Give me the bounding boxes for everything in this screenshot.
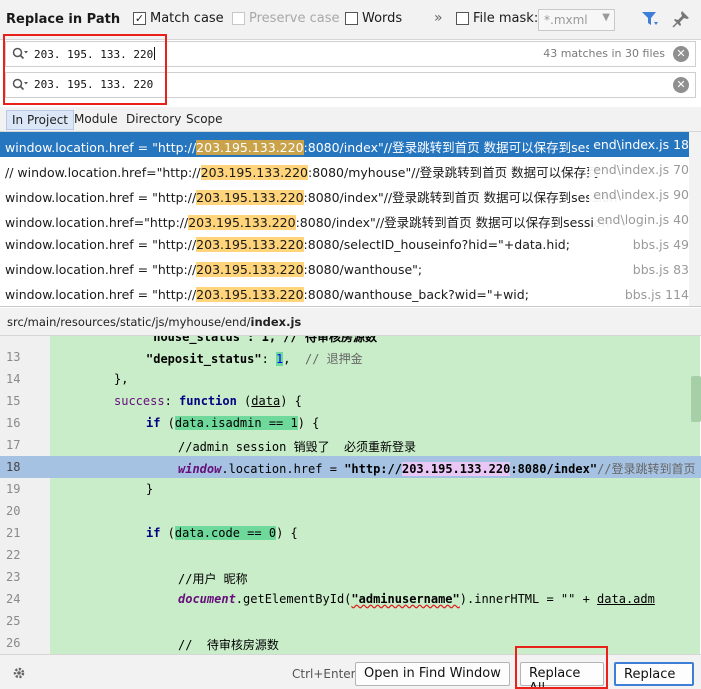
file-mask-checkbox[interactable] [456, 12, 469, 25]
result-row[interactable]: window.location.href = "http://203.195.1… [0, 232, 689, 257]
tab-directory[interactable]: Directory [121, 110, 186, 130]
code-line: 17 //admin session 销毁了 必须重新登录 [6, 438, 417, 454]
code-line: 20 [6, 504, 21, 518]
code-partial: "house_status": 1, // 待审核房源数 [146, 336, 377, 344]
dialog-title: Replace in Path [6, 12, 121, 27]
result-text: window.location.href = "http://203.195.1… [5, 262, 423, 277]
editor-scrollbar[interactable] [691, 376, 701, 422]
chevron-down-icon: ▼ [602, 12, 610, 23]
replace-button[interactable]: Replace [614, 662, 694, 686]
preserve-case-checkbox [232, 12, 245, 25]
code-line: 13 "deposit_status": 1, // 退押金 [6, 350, 363, 366]
result-location: bbs.js 49 [628, 237, 689, 252]
file-mask-option[interactable]: File mask: [456, 11, 538, 26]
filter-icon[interactable] [641, 10, 659, 28]
words-label: Words [362, 11, 403, 26]
more-options-icon[interactable]: » [434, 10, 443, 26]
result-location: end\index.js 18 [589, 137, 689, 152]
code-line: 23 //用户 昵称 [6, 570, 248, 586]
result-location: bbs.js 83 [628, 262, 689, 277]
result-row[interactable]: window.location.href = "http://203.195.1… [0, 257, 689, 282]
words-checkbox[interactable] [345, 12, 358, 25]
code-preview[interactable]: "house_status": 1, // 待审核房源数 13 "deposit… [0, 336, 701, 654]
result-row[interactable]: window.location.href = "http://203.195.1… [0, 132, 689, 157]
match-count: 43 matches in 30 files [543, 47, 665, 60]
result-text: window.location.href = "http://203.195.1… [5, 287, 529, 302]
result-row[interactable]: // window.location.href="http://203.195.… [0, 157, 689, 182]
pin-icon[interactable] [672, 10, 690, 28]
match-case-checkbox[interactable]: ✓ [133, 12, 146, 25]
result-text: window.location.href="http://203.195.133… [5, 215, 610, 230]
result-location: end\login.js 40 [592, 212, 689, 227]
code-line: "house_status": 1, // 待审核房源数 [0, 336, 701, 346]
match-case-label: Match case [150, 11, 224, 26]
preview-file-path: src/main/resources/static/js/myhouse/end… [7, 315, 302, 329]
file-mask-value: *.mxml [544, 13, 588, 27]
annotation-box-replace-all [515, 646, 608, 689]
gear-icon[interactable] [12, 666, 26, 680]
result-location: end\index.js 90 [589, 187, 689, 202]
code-line: 15 success: function (data) { [6, 394, 302, 408]
annotation-box-fields [3, 34, 167, 105]
code-line: 14 }, [6, 372, 129, 386]
code-line: 21 if (data.code == 0) { [6, 526, 298, 540]
file-mask-select[interactable]: *.mxml ▼ [538, 9, 615, 31]
tab-in-project[interactable]: In Project [6, 110, 75, 130]
result-location: end\index.js 70 [589, 162, 689, 177]
code-line: 19 } [6, 482, 154, 496]
preserve-case-option: Preserve case [232, 11, 340, 26]
code-line: 24 document.getElementById("adminusernam… [6, 592, 655, 606]
tab-scope[interactable]: Scope [181, 110, 228, 130]
match-case-option[interactable]: ✓ Match case [133, 11, 224, 26]
open-in-find-window-button[interactable]: Open in Find Window [355, 662, 510, 686]
shortcut-hint: Ctrl+Enter [292, 667, 356, 681]
result-location: bbs.js 114 [620, 287, 689, 302]
result-row[interactable]: window.location.href = "http://203.195.1… [0, 282, 689, 306]
code-line: 22 [6, 548, 21, 562]
results-scrollbar[interactable] [689, 132, 701, 306]
preview-header: src/main/resources/static/js/myhouse/end… [0, 308, 701, 336]
code-line: 25 [6, 614, 21, 628]
results-list[interactable]: window.location.href = "http://203.195.1… [0, 132, 701, 307]
clear-replace-icon[interactable]: ✕ [673, 77, 689, 93]
words-option[interactable]: Words [345, 11, 402, 26]
file-mask-label: File mask: [473, 11, 539, 26]
result-text: window.location.href = "http://203.195.1… [5, 237, 570, 252]
clear-search-icon[interactable]: ✕ [673, 46, 689, 62]
result-text: window.location.href = "http://203.195.1… [5, 140, 618, 155]
preserve-case-label: Preserve case [249, 11, 340, 26]
tab-module[interactable]: Module [69, 110, 123, 130]
result-text: window.location.href = "http://203.195.1… [5, 190, 618, 205]
result-row[interactable]: window.location.href="http://203.195.133… [0, 207, 689, 232]
code-line: 16 if (data.isadmin == 1) { [6, 416, 320, 430]
result-row[interactable]: window.location.href = "http://203.195.1… [0, 182, 689, 207]
scope-tabs: In Project Module Directory Scope [0, 107, 701, 132]
result-text: // window.location.href="http://203.195.… [5, 165, 599, 180]
code-line-current: 18 window.location.href = "http://203.19… [0, 456, 701, 478]
